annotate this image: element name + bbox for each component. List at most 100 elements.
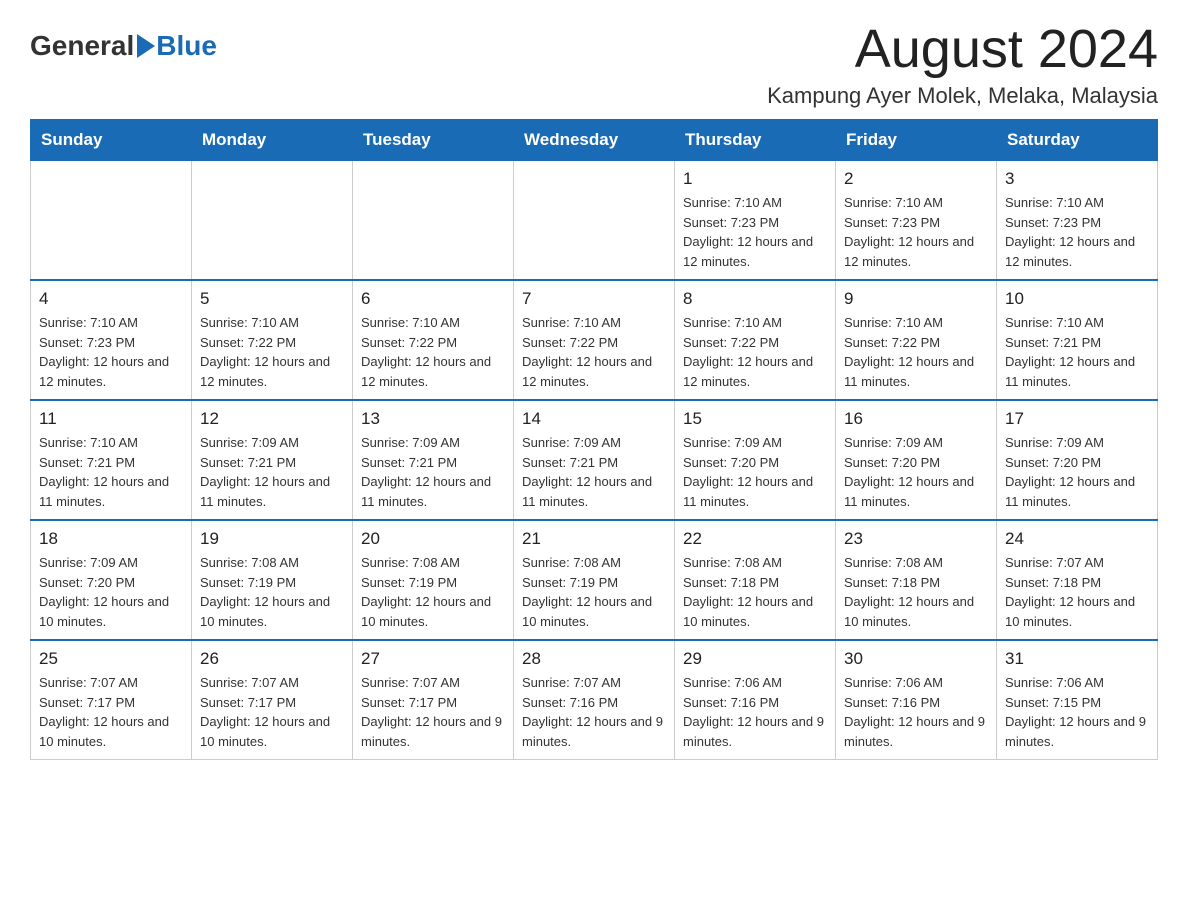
day-info: Sunrise: 7:07 AMSunset: 7:17 PMDaylight:…: [361, 673, 505, 751]
day-number: 19: [200, 529, 344, 549]
day-cell: 8Sunrise: 7:10 AMSunset: 7:22 PMDaylight…: [675, 280, 836, 400]
logo: General Blue: [30, 30, 217, 62]
header-saturday: Saturday: [997, 120, 1158, 161]
header-tuesday: Tuesday: [353, 120, 514, 161]
day-number: 14: [522, 409, 666, 429]
month-title: August 2024: [767, 20, 1158, 79]
calendar-table: Sunday Monday Tuesday Wednesday Thursday…: [30, 119, 1158, 760]
day-number: 30: [844, 649, 988, 669]
day-number: 12: [200, 409, 344, 429]
title-area: August 2024 Kampung Ayer Molek, Melaka, …: [767, 20, 1158, 109]
day-number: 6: [361, 289, 505, 309]
day-info: Sunrise: 7:07 AMSunset: 7:18 PMDaylight:…: [1005, 553, 1149, 631]
day-cell: 3 Sunrise: 7:10 AMSunset: 7:23 PMDaylight…: [997, 161, 1158, 281]
day-info: Sunrise: 7:10 AMSunset: 7:23 PMDaylight:…: [844, 193, 988, 271]
day-number: 21: [522, 529, 666, 549]
day-info: Sunrise: 7:09 AMSunset: 7:21 PMDaylight:…: [522, 433, 666, 511]
day-number: 26: [200, 649, 344, 669]
day-number: 24: [1005, 529, 1149, 549]
week-row-4: 18 Sunrise: 7:09 AMSunset: 7:20 PMDayligh…: [31, 520, 1158, 640]
day-number: 23: [844, 529, 988, 549]
day-number: 18: [39, 529, 183, 549]
day-number: 29: [683, 649, 827, 669]
day-info: Sunrise: 7:06 AMSunset: 7:15 PMDaylight:…: [1005, 673, 1149, 751]
day-cell: 22Sunrise: 7:08 AMSunset: 7:18 PMDayligh…: [675, 520, 836, 640]
day-cell: 27 Sunrise: 7:07 AMSunset: 7:17 PMDayligh…: [353, 640, 514, 760]
logo-text-general: General: [30, 30, 134, 62]
day-cell: 4 Sunrise: 7:10 AMSunset: 7:23 PMDaylight…: [31, 280, 192, 400]
day-cell: 9Sunrise: 7:10 AMSunset: 7:22 PMDaylight…: [836, 280, 997, 400]
day-info: Sunrise: 7:10 AMSunset: 7:21 PMDaylight:…: [39, 433, 183, 511]
header-thursday: Thursday: [675, 120, 836, 161]
day-number: 4: [39, 289, 183, 309]
day-cell: [353, 161, 514, 281]
day-number: 13: [361, 409, 505, 429]
day-info: Sunrise: 7:06 AMSunset: 7:16 PMDaylight:…: [683, 673, 827, 751]
day-cell: 5Sunrise: 7:10 AMSunset: 7:22 PMDaylight…: [192, 280, 353, 400]
day-info: Sunrise: 7:10 AMSunset: 7:21 PMDaylight:…: [1005, 313, 1149, 391]
day-info: Sunrise: 7:09 AMSunset: 7:20 PMDaylight:…: [683, 433, 827, 511]
day-number: 27: [361, 649, 505, 669]
day-number: 16: [844, 409, 988, 429]
day-info: Sunrise: 7:10 AMSunset: 7:23 PMDaylight:…: [39, 313, 183, 391]
day-info: Sunrise: 7:07 AMSunset: 7:16 PMDaylight:…: [522, 673, 666, 751]
day-info: Sunrise: 7:07 AMSunset: 7:17 PMDaylight:…: [39, 673, 183, 751]
day-info: Sunrise: 7:07 AMSunset: 7:17 PMDaylight:…: [200, 673, 344, 751]
day-info: Sunrise: 7:08 AMSunset: 7:19 PMDaylight:…: [200, 553, 344, 631]
day-cell: 2Sunrise: 7:10 AMSunset: 7:23 PMDaylight…: [836, 161, 997, 281]
days-header-row: Sunday Monday Tuesday Wednesday Thursday…: [31, 120, 1158, 161]
day-cell: 14 Sunrise: 7:09 AMSunset: 7:21 PMDayligh…: [514, 400, 675, 520]
header-friday: Friday: [836, 120, 997, 161]
day-number: 7: [522, 289, 666, 309]
day-info: Sunrise: 7:10 AMSunset: 7:22 PMDaylight:…: [844, 313, 988, 391]
day-number: 1: [683, 169, 827, 189]
day-cell: 26 Sunrise: 7:07 AMSunset: 7:17 PMDayligh…: [192, 640, 353, 760]
location-subtitle: Kampung Ayer Molek, Melaka, Malaysia: [767, 83, 1158, 109]
day-number: 8: [683, 289, 827, 309]
day-info: Sunrise: 7:09 AMSunset: 7:21 PMDaylight:…: [361, 433, 505, 511]
page-header: General Blue August 2024 Kampung Ayer Mo…: [30, 20, 1158, 109]
logo-triangle-icon: [136, 34, 156, 58]
day-cell: 17 Sunrise: 7:09 AMSunset: 7:20 PMDayligh…: [997, 400, 1158, 520]
day-cell: [192, 161, 353, 281]
day-info: Sunrise: 7:10 AMSunset: 7:22 PMDaylight:…: [200, 313, 344, 391]
day-number: 10: [1005, 289, 1149, 309]
day-info: Sunrise: 7:09 AMSunset: 7:21 PMDaylight:…: [200, 433, 344, 511]
day-info: Sunrise: 7:09 AMSunset: 7:20 PMDaylight:…: [39, 553, 183, 631]
day-cell: 20 Sunrise: 7:08 AMSunset: 7:19 PMDayligh…: [353, 520, 514, 640]
day-cell: 21Sunrise: 7:08 AMSunset: 7:19 PMDayligh…: [514, 520, 675, 640]
day-cell: 30Sunrise: 7:06 AMSunset: 7:16 PMDayligh…: [836, 640, 997, 760]
day-info: Sunrise: 7:08 AMSunset: 7:18 PMDaylight:…: [844, 553, 988, 631]
day-cell: 7 Sunrise: 7:10 AMSunset: 7:22 PMDaylight…: [514, 280, 675, 400]
day-cell: 28Sunrise: 7:07 AMSunset: 7:16 PMDayligh…: [514, 640, 675, 760]
day-cell: 25 Sunrise: 7:07 AMSunset: 7:17 PMDayligh…: [31, 640, 192, 760]
day-number: 15: [683, 409, 827, 429]
header-monday: Monday: [192, 120, 353, 161]
week-row-5: 25 Sunrise: 7:07 AMSunset: 7:17 PMDayligh…: [31, 640, 1158, 760]
day-number: 25: [39, 649, 183, 669]
week-row-2: 4 Sunrise: 7:10 AMSunset: 7:23 PMDaylight…: [31, 280, 1158, 400]
week-row-3: 11 Sunrise: 7:10 AMSunset: 7:21 PMDayligh…: [31, 400, 1158, 520]
day-cell: 10 Sunrise: 7:10 AMSunset: 7:21 PMDayligh…: [997, 280, 1158, 400]
day-cell: 23 Sunrise: 7:08 AMSunset: 7:18 PMDayligh…: [836, 520, 997, 640]
day-number: 11: [39, 409, 183, 429]
day-number: 20: [361, 529, 505, 549]
day-number: 22: [683, 529, 827, 549]
day-cell: [31, 161, 192, 281]
day-number: 3: [1005, 169, 1149, 189]
day-cell: 6 Sunrise: 7:10 AMSunset: 7:22 PMDaylight…: [353, 280, 514, 400]
day-info: Sunrise: 7:10 AMSunset: 7:22 PMDaylight:…: [522, 313, 666, 391]
logo-text-blue: Blue: [156, 30, 217, 62]
day-cell: 31Sunrise: 7:06 AMSunset: 7:15 PMDayligh…: [997, 640, 1158, 760]
day-cell: 15 Sunrise: 7:09 AMSunset: 7:20 PMDayligh…: [675, 400, 836, 520]
day-cell: 24 Sunrise: 7:07 AMSunset: 7:18 PMDayligh…: [997, 520, 1158, 640]
day-cell: 16 Sunrise: 7:09 AMSunset: 7:20 PMDayligh…: [836, 400, 997, 520]
header-sunday: Sunday: [31, 120, 192, 161]
day-info: Sunrise: 7:09 AMSunset: 7:20 PMDaylight:…: [1005, 433, 1149, 511]
day-info: Sunrise: 7:09 AMSunset: 7:20 PMDaylight:…: [844, 433, 988, 511]
day-info: Sunrise: 7:10 AMSunset: 7:23 PMDaylight:…: [1005, 193, 1149, 271]
day-info: Sunrise: 7:08 AMSunset: 7:19 PMDaylight:…: [361, 553, 505, 631]
day-cell: 11 Sunrise: 7:10 AMSunset: 7:21 PMDayligh…: [31, 400, 192, 520]
day-info: Sunrise: 7:10 AMSunset: 7:22 PMDaylight:…: [361, 313, 505, 391]
day-number: 17: [1005, 409, 1149, 429]
